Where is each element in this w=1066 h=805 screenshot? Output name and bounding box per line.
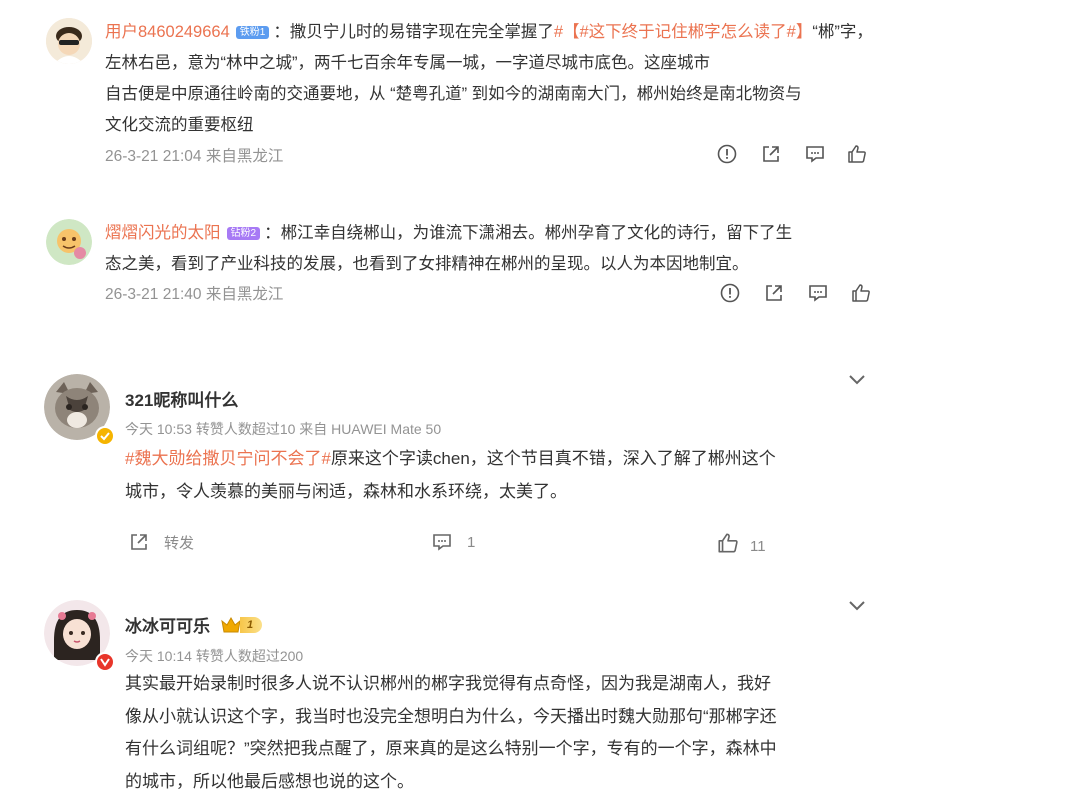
comment-text: ：郴江幸自绕郴山，为谁流下潇湘去。郴州孕育了文化的诗行，留下了生 — [264, 224, 793, 242]
avatar[interactable] — [46, 219, 92, 265]
hashtag-link[interactable]: #魏大勋给撒贝宁问不会了# — [125, 449, 331, 468]
expand-menu-button[interactable] — [846, 368, 868, 395]
like-button[interactable] — [850, 282, 872, 304]
share-button[interactable] — [760, 143, 782, 165]
post-text: 的城市，所以他最后感想也说的这个。 — [125, 771, 414, 791]
post-text: 其实最开始录制时很多人说不认识郴州的郴字我觉得有点奇怪，因为我是湖南人，我好 — [125, 674, 771, 693]
post-meta: 今天 10:14 转赞人数超过200 — [125, 648, 304, 664]
like-button[interactable]: 11 — [716, 531, 766, 555]
comment-icon — [806, 146, 824, 163]
comment-text: 自古便是中原通往岭南的交通要地，从 “楚粤孔道” 到如今的湖南南大门，郴州始终是… — [105, 85, 802, 103]
post-text: 像从小就认识这个字，我当时也没完全想明白为什么，今天播出时魏大勋那句“那郴字还 — [125, 706, 777, 726]
comment-body: 熠熠闪光的太阳 钻粉2 ：郴江幸自绕郴山，为谁流下潇湘去。郴州孕育了文化的诗行，留下… — [105, 218, 875, 280]
like-button[interactable] — [846, 143, 868, 165]
level-badge: 1 — [220, 615, 263, 635]
reply-button[interactable] — [804, 143, 826, 165]
verified-icon — [95, 426, 115, 446]
comment-username[interactable]: 熠熠闪光的太阳 — [105, 224, 221, 242]
post-meta: 今天 10:53 转赞人数超过10 来自 HUAWEI Mate 50 — [125, 421, 442, 437]
fan-badge: 铁粉1 — [235, 26, 270, 39]
report-button[interactable] — [716, 143, 738, 165]
verified-icon — [95, 652, 115, 672]
share-icon — [131, 534, 147, 550]
warning-icon — [720, 283, 740, 303]
comment-body: 用户8460249664 铁粉1 ：撒贝宁儿时的易错字现在完全掌握了#【#这下终于记… — [105, 17, 875, 141]
chevron-down-icon — [849, 375, 865, 385]
hashtag-link[interactable]: #【#这下终于记住郴字怎么读了#】 — [554, 23, 813, 41]
share-icon — [763, 146, 779, 162]
comment-icon — [809, 285, 827, 302]
avatar[interactable] — [46, 18, 92, 64]
comment-text: 文化交流的重要枢纽 — [105, 116, 254, 134]
post-body: #魏大勋给撒贝宁问不会了#原来这个字读chen，这个节目真不错，深入了解了郴州这… — [125, 442, 885, 508]
level-number: 1 — [240, 616, 263, 633]
crown-icon — [221, 616, 241, 632]
post-text: 有什么词组呢？”突然把我点醒了，原来真的是这么特别一个字，专有的一个字，森林中 — [125, 739, 777, 758]
thumbs-up-icon — [718, 533, 738, 553]
fan-badge: 钻粉2 — [226, 227, 261, 240]
share-button[interactable] — [763, 282, 785, 304]
comment-count: 1 — [467, 533, 476, 551]
post-text: 原来这个字读chen，这个节目真不错，深入了解了郴州这个 — [330, 449, 776, 468]
repost-label: 转发 — [164, 534, 195, 552]
post-username[interactable]: 321昵称叫什么 — [125, 386, 238, 411]
chevron-down-icon — [849, 601, 865, 611]
avatar-image — [46, 18, 92, 64]
post-username[interactable]: 冰冰可可乐 — [125, 612, 210, 637]
comment-username[interactable]: 用户8460249664 — [105, 23, 230, 41]
avatar-image — [46, 219, 92, 265]
post-header: 冰冰可可乐 1 — [125, 612, 263, 637]
expand-menu-button[interactable] — [846, 594, 868, 621]
thumbs-up-icon — [848, 145, 866, 163]
post-text: 城市，令人羡慕的美丽与闲适，森林和水系环绕，太美了。 — [125, 482, 567, 501]
comment-icon — [433, 534, 451, 551]
comment-text: 态之美，看到了产业科技的发展，也看到了女排精神在郴州的呈现。以人为本因地制宜。 — [105, 255, 749, 273]
comment-time: 26-3-21 21:40 来自黑龙江 — [105, 286, 284, 303]
comment-button[interactable]: 1 — [431, 531, 475, 553]
repost-button[interactable]: 转发 — [128, 531, 194, 553]
comment-time: 26-3-21 21:04 来自黑龙江 — [105, 148, 284, 165]
comment-text-prefix: ：撒贝宁儿时的易错字现在完全掌握了 — [273, 23, 554, 41]
post-body: 其实最开始录制时很多人说不认识郴州的郴字我觉得有点奇怪，因为我是湖南人，我好 像… — [125, 668, 885, 798]
share-icon — [766, 285, 782, 301]
warning-icon — [717, 144, 737, 164]
thumbs-up-icon — [852, 284, 870, 302]
reply-button[interactable] — [807, 282, 829, 304]
like-count: 11 — [750, 537, 766, 555]
report-button[interactable] — [719, 282, 741, 304]
